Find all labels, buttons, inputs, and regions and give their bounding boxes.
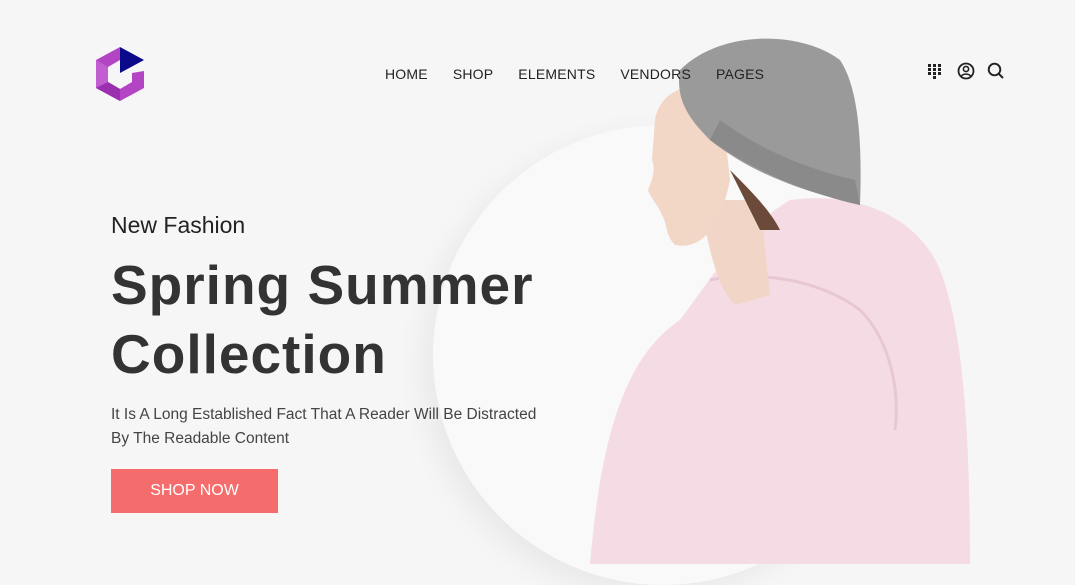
shop-now-button[interactable]: SHOP NOW xyxy=(111,469,278,513)
nav-shop[interactable]: SHOP xyxy=(453,66,493,82)
nav-pages[interactable]: PAGES xyxy=(716,66,764,82)
hero-eyebrow: New Fashion xyxy=(111,212,246,238)
search-icon[interactable] xyxy=(987,62,1005,80)
hero-title-line-2: Collection xyxy=(111,323,387,385)
user-icon[interactable] xyxy=(957,62,975,80)
logo[interactable] xyxy=(96,47,144,101)
hero-description: It Is A Long Established Fact That A Rea… xyxy=(111,406,537,447)
hero-section: New Fashion Spring Summer Collection It I… xyxy=(111,212,541,513)
hero-title-line-1: Spring Summer xyxy=(111,254,534,316)
header-icons xyxy=(927,62,1005,80)
hero-title: Spring Summer Collection xyxy=(111,251,541,389)
nav-vendors[interactable]: VENDORS xyxy=(620,66,691,82)
nav-elements[interactable]: ELEMENTS xyxy=(518,66,595,82)
grid-icon[interactable] xyxy=(927,62,945,80)
main-nav: HOME SHOP ELEMENTS VENDORS PAGES xyxy=(385,66,764,82)
hero-model-image xyxy=(590,38,970,564)
nav-home[interactable]: HOME xyxy=(385,66,428,82)
